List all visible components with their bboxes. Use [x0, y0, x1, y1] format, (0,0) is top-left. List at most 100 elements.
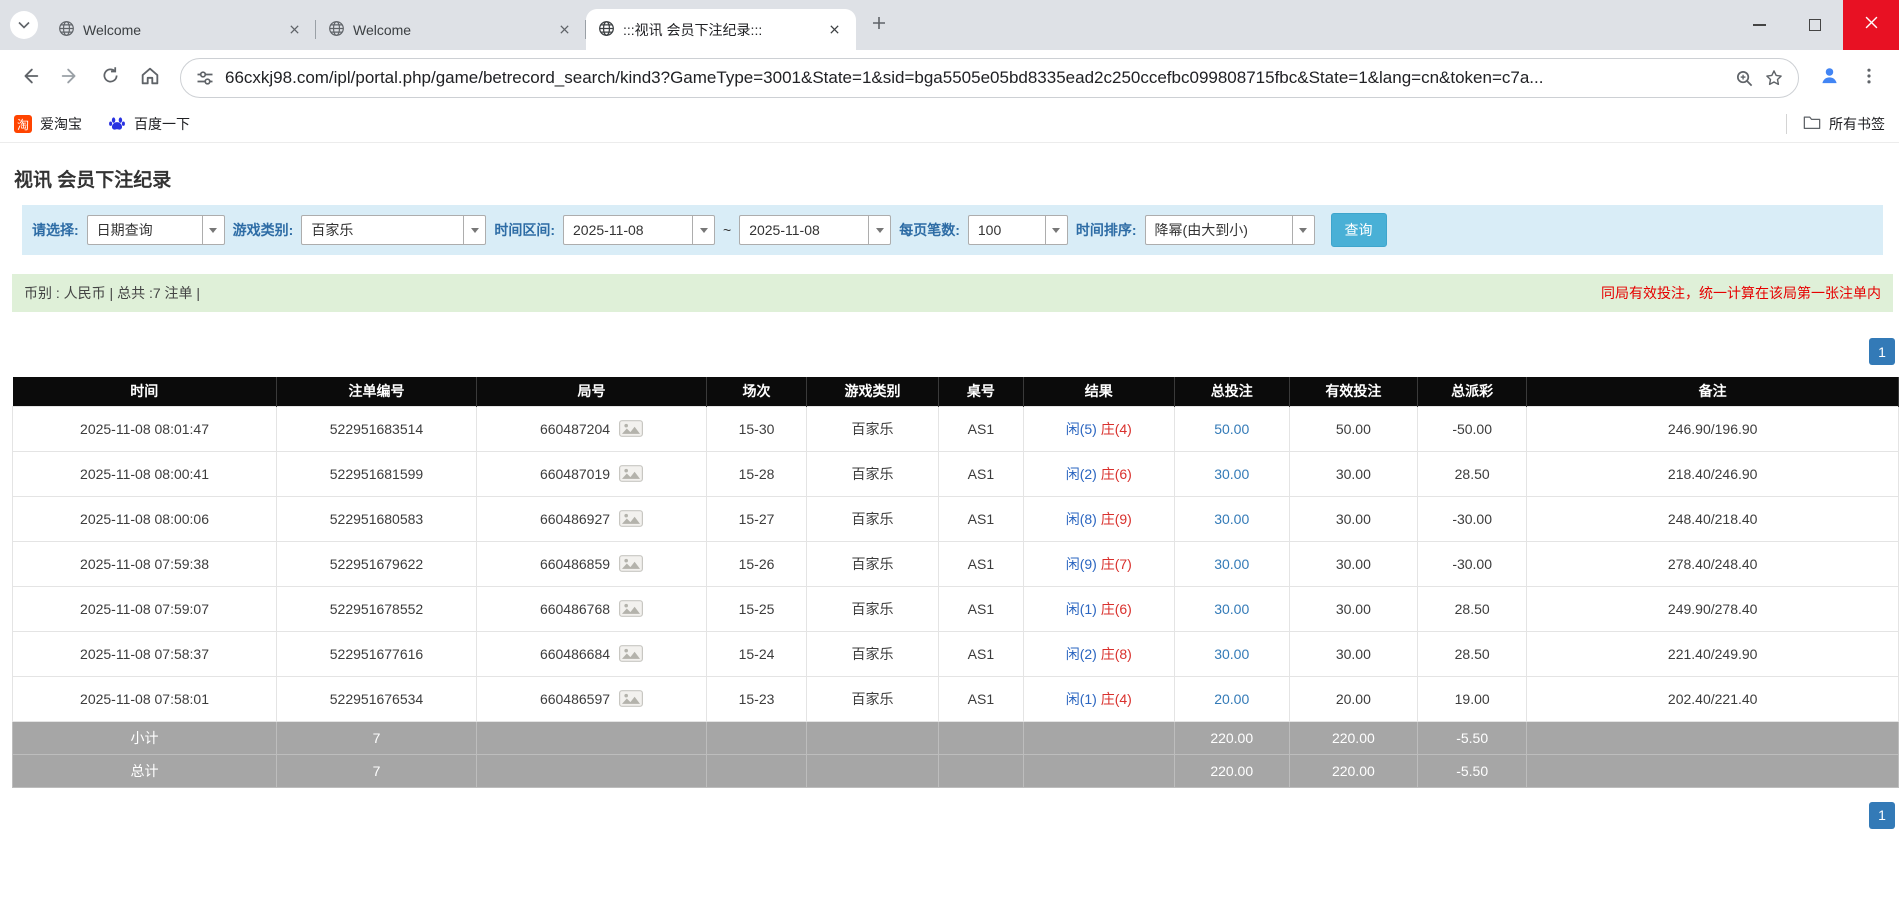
page-1-button[interactable]: 1 [1869, 802, 1895, 829]
cell-game-type: 百家乐 [806, 676, 938, 721]
cell-result: 闲(2) 庄(6) [1023, 451, 1174, 496]
table-row: 2025-11-08 08:00:41522951681599660487019… [13, 451, 1899, 496]
round-video-icon[interactable] [619, 420, 643, 437]
cell-payout: 28.50 [1417, 631, 1526, 676]
window-close-button[interactable] [1843, 0, 1899, 50]
browser-tab-2[interactable]: Welcome [316, 9, 586, 50]
select-arrow-icon[interactable] [1292, 216, 1314, 244]
total-bet-link[interactable]: 50.00 [1214, 421, 1249, 437]
table-footer-row: 小计7220.00220.00-5.50 [13, 721, 1899, 754]
column-header: 局号 [476, 377, 706, 406]
round-video-icon[interactable] [619, 690, 643, 707]
tab-close-icon[interactable] [285, 20, 304, 39]
result-banker: 庄(4) [1101, 691, 1132, 707]
cell-time: 2025-11-08 08:01:47 [13, 406, 277, 451]
zoom-icon[interactable] [1735, 69, 1754, 88]
cell-valid-bet: 20.00 [1289, 676, 1417, 721]
browser-tab-active[interactable]: :::视讯 会员下注纪录::: [586, 9, 856, 50]
sort-label: 时间排序: [1076, 220, 1137, 240]
page-content: 视讯 会员下注纪录 请选择: 日期查询 游戏类别: 百家乐 时间区间: 2025… [0, 165, 1899, 829]
total-bet-link[interactable]: 30.00 [1214, 601, 1249, 617]
table-row: 2025-11-08 08:00:06522951680583660486927… [13, 496, 1899, 541]
window-minimize-button[interactable] [1731, 0, 1787, 50]
page-1-button[interactable]: 1 [1869, 338, 1895, 365]
browser-tab-1[interactable]: Welcome [46, 9, 316, 50]
cell-total-bet: 30.00 [1174, 541, 1289, 586]
cell-payout: -30.00 [1417, 541, 1526, 586]
select-arrow-icon[interactable] [463, 216, 485, 244]
cell-time: 2025-11-08 07:58:37 [13, 631, 277, 676]
home-button[interactable] [132, 60, 168, 96]
globe-favicon-icon [58, 20, 75, 40]
table-row: 2025-11-08 07:58:37522951677616660486684… [13, 631, 1899, 676]
site-info-icon[interactable] [195, 68, 215, 88]
cell-table-no: AS1 [938, 541, 1023, 586]
profile-icon [1818, 64, 1841, 92]
table-footer-row: 总计7220.00220.00-5.50 [13, 754, 1899, 787]
round-video-icon[interactable] [619, 600, 643, 617]
cell-remark: 202.40/221.40 [1527, 676, 1899, 721]
total-bet-link[interactable]: 20.00 [1214, 691, 1249, 707]
total-bet-link[interactable]: 30.00 [1214, 466, 1249, 482]
bookmarks-bar: 淘 爱淘宝 百度一下 所有书签 [0, 106, 1899, 143]
query-type-select[interactable]: 日期查询 [87, 215, 225, 245]
footer-empty-cell [806, 721, 938, 754]
select-arrow-icon[interactable] [1045, 216, 1067, 244]
forward-button[interactable] [52, 60, 88, 96]
browser-toolbar: 66cxkj98.com/ipl/portal.php/game/betreco… [0, 50, 1899, 106]
bookmark-baidu[interactable]: 百度一下 [108, 114, 190, 135]
three-dots-menu-icon [1859, 66, 1879, 91]
all-bookmarks[interactable]: 所有书签 [1786, 114, 1885, 134]
bookmark-star-icon[interactable] [1764, 68, 1784, 88]
cell-total-bet: 30.00 [1174, 496, 1289, 541]
tab-search-button[interactable] [10, 11, 38, 39]
cell-result: 闲(2) 庄(8) [1023, 631, 1174, 676]
total-bet-link[interactable]: 30.00 [1214, 556, 1249, 572]
footer-valid-bet: 220.00 [1289, 754, 1417, 787]
select-arrow-icon[interactable] [692, 216, 714, 244]
cell-time: 2025-11-08 08:00:06 [13, 496, 277, 541]
cell-valid-bet: 50.00 [1289, 406, 1417, 451]
date-to-select[interactable]: 2025-11-08 [739, 215, 891, 245]
column-header: 总派彩 [1417, 377, 1526, 406]
round-video-icon[interactable] [619, 510, 643, 527]
footer-empty-cell [1527, 754, 1899, 787]
page-size-select[interactable]: 100 [968, 215, 1068, 245]
sort-select[interactable]: 降幂(由大到小) [1145, 215, 1315, 245]
select-arrow-icon[interactable] [868, 216, 890, 244]
url-text[interactable]: 66cxkj98.com/ipl/portal.php/game/betreco… [225, 68, 1725, 88]
tab-close-icon[interactable] [825, 20, 844, 39]
select-value: 日期查询 [88, 220, 202, 240]
bookmark-taobao[interactable]: 淘 爱淘宝 [14, 114, 82, 134]
round-video-icon[interactable] [619, 555, 643, 572]
select-arrow-icon[interactable] [202, 216, 224, 244]
cell-bet-id: 522951679622 [277, 541, 477, 586]
cell-result: 闲(1) 庄(4) [1023, 676, 1174, 721]
cell-round: 660486684 [476, 631, 706, 676]
result-player: 闲(2) [1066, 646, 1097, 662]
round-video-icon[interactable] [619, 645, 643, 662]
window-maximize-button[interactable] [1787, 0, 1843, 50]
menu-button[interactable] [1851, 60, 1887, 96]
round-video-icon[interactable] [619, 465, 643, 482]
footer-label: 小计 [13, 721, 277, 754]
profile-button[interactable] [1811, 60, 1847, 96]
new-tab-button[interactable] [864, 10, 894, 40]
reload-button[interactable] [92, 60, 128, 96]
baidu-paw-icon [108, 114, 126, 135]
cell-result: 闲(1) 庄(6) [1023, 586, 1174, 631]
date-from-select[interactable]: 2025-11-08 [563, 215, 715, 245]
round-number: 660486768 [540, 601, 610, 617]
total-bet-link[interactable]: 30.00 [1214, 511, 1249, 527]
round-number: 660487019 [540, 466, 610, 482]
back-button[interactable] [12, 60, 48, 96]
cell-payout: 28.50 [1417, 586, 1526, 631]
search-button[interactable]: 查询 [1331, 213, 1387, 247]
folder-icon [1803, 115, 1821, 133]
game-type-select[interactable]: 百家乐 [301, 215, 486, 245]
reload-icon [100, 65, 121, 91]
total-bet-link[interactable]: 30.00 [1214, 646, 1249, 662]
cell-remark: 248.40/218.40 [1527, 496, 1899, 541]
tab-close-icon[interactable] [555, 20, 574, 39]
address-bar[interactable]: 66cxkj98.com/ipl/portal.php/game/betreco… [180, 58, 1799, 98]
